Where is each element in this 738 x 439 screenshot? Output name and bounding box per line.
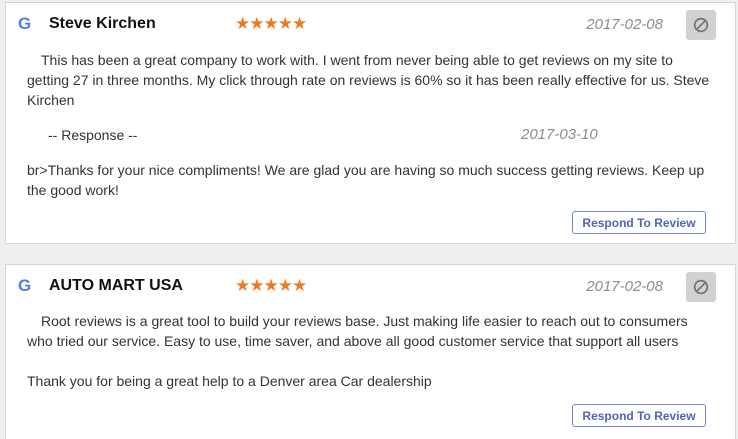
star-rating: ★★★★★ <box>235 14 307 33</box>
response-text: br>Thanks for your nice compliments! We … <box>27 162 705 198</box>
review-card: G Steve Kirchen ★★★★★ 2017-02-08 This ha… <box>5 2 736 244</box>
review-date: 2017-02-08 <box>586 16 663 33</box>
google-icon: G <box>18 14 32 33</box>
review-card: G AUTO MART USA ★★★★★ 2017-02-08 Root re… <box>5 264 736 439</box>
google-icon: G <box>18 276 32 295</box>
reviewer-name: AUTO MART USA <box>49 277 183 294</box>
review-text: This has been a great company to work wi… <box>27 52 710 108</box>
block-button[interactable] <box>686 10 716 40</box>
review-text-extra: Thank you for being a great help to a De… <box>27 373 432 389</box>
respond-to-review-button[interactable]: Respond To Review <box>572 211 706 234</box>
response-label: -- Response -- <box>48 127 138 143</box>
block-icon <box>693 17 709 33</box>
review-text: Root reviews is a great tool to build yo… <box>27 313 688 349</box>
block-button[interactable] <box>686 272 716 302</box>
respond-to-review-button[interactable]: Respond To Review <box>572 404 706 427</box>
review-date: 2017-02-08 <box>586 278 663 295</box>
star-rating: ★★★★★ <box>235 276 307 295</box>
reviewer-name: Steve Kirchen <box>49 15 156 32</box>
block-icon <box>693 279 709 295</box>
response-date: 2017-03-10 <box>521 126 598 143</box>
